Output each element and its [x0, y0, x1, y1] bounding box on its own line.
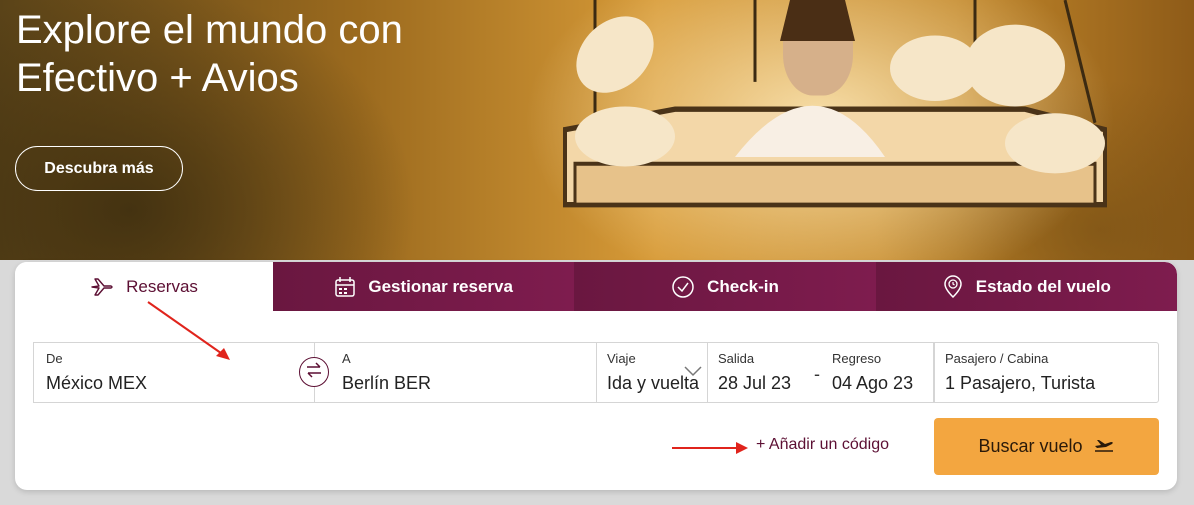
tab-check-in[interactable]: Check-in — [574, 262, 876, 311]
search-flight-button[interactable]: Buscar vuelo — [934, 418, 1159, 475]
add-code-link[interactable]: + Añadir un código — [756, 436, 889, 454]
chevron-down-icon — [683, 364, 703, 382]
hero-illustration — [563, 0, 1107, 208]
plane-takeoff-icon — [1093, 436, 1115, 457]
plane-icon — [90, 276, 114, 298]
departure-label: Salida — [718, 351, 755, 366]
booking-widget: Reservas Gestionar reserva Check-in Esta… — [15, 262, 1177, 490]
discover-more-button[interactable]: Descubra más — [15, 146, 183, 191]
passengers-value: 1 Pasajero, Turista — [945, 373, 1096, 393]
tab-gestionar-reserva[interactable]: Gestionar reserva — [273, 262, 575, 311]
return-label: Regreso — [832, 351, 882, 366]
calendar-icon — [334, 276, 356, 298]
origin-label: De — [46, 351, 63, 366]
origin-field[interactable]: De México MEX — [33, 342, 315, 403]
departure-value: 28 Jul 23 — [718, 373, 792, 393]
passengers-label: Pasajero / Cabina — [945, 351, 1049, 366]
tab-label: Estado del vuelo — [975, 276, 1111, 296]
destination-value: Berlín BER — [342, 373, 432, 393]
trip-type-label: Viaje — [607, 351, 636, 366]
tab-strip: Gestionar reserva Check-in Estado del vu… — [273, 262, 1177, 311]
swap-icon — [305, 361, 323, 383]
origin-value: México MEX — [46, 373, 148, 393]
date-separator: - — [814, 364, 820, 384]
tab-reservas[interactable]: Reservas — [15, 262, 273, 311]
tab-estado-del-vuelo[interactable]: Estado del vuelo — [875, 262, 1177, 311]
booking-tabs: Reservas Gestionar reserva Check-in Esta… — [15, 262, 1177, 311]
tab-label: Check-in — [707, 276, 779, 296]
return-value: 04 Ago 23 — [832, 373, 914, 393]
hero-headline: Explore el mundo con Efectivo + Avios — [16, 8, 403, 100]
passengers-field[interactable]: Pasajero / Cabina 1 Pasajero, Turista — [934, 342, 1159, 403]
tab-label: Gestionar reserva — [368, 276, 513, 296]
swap-airports-button[interactable] — [299, 357, 329, 387]
dates-field[interactable]: Salida 28 Jul 23 Regreso 04 Ago 23 — [707, 342, 934, 403]
tab-label: Reservas — [126, 276, 198, 296]
destination-field[interactable]: A Berlín BER — [314, 342, 597, 403]
destination-label: A — [342, 351, 351, 366]
location-clock-icon — [942, 274, 964, 299]
check-circle-icon — [671, 275, 695, 299]
search-button-label: Buscar vuelo — [978, 436, 1083, 456]
